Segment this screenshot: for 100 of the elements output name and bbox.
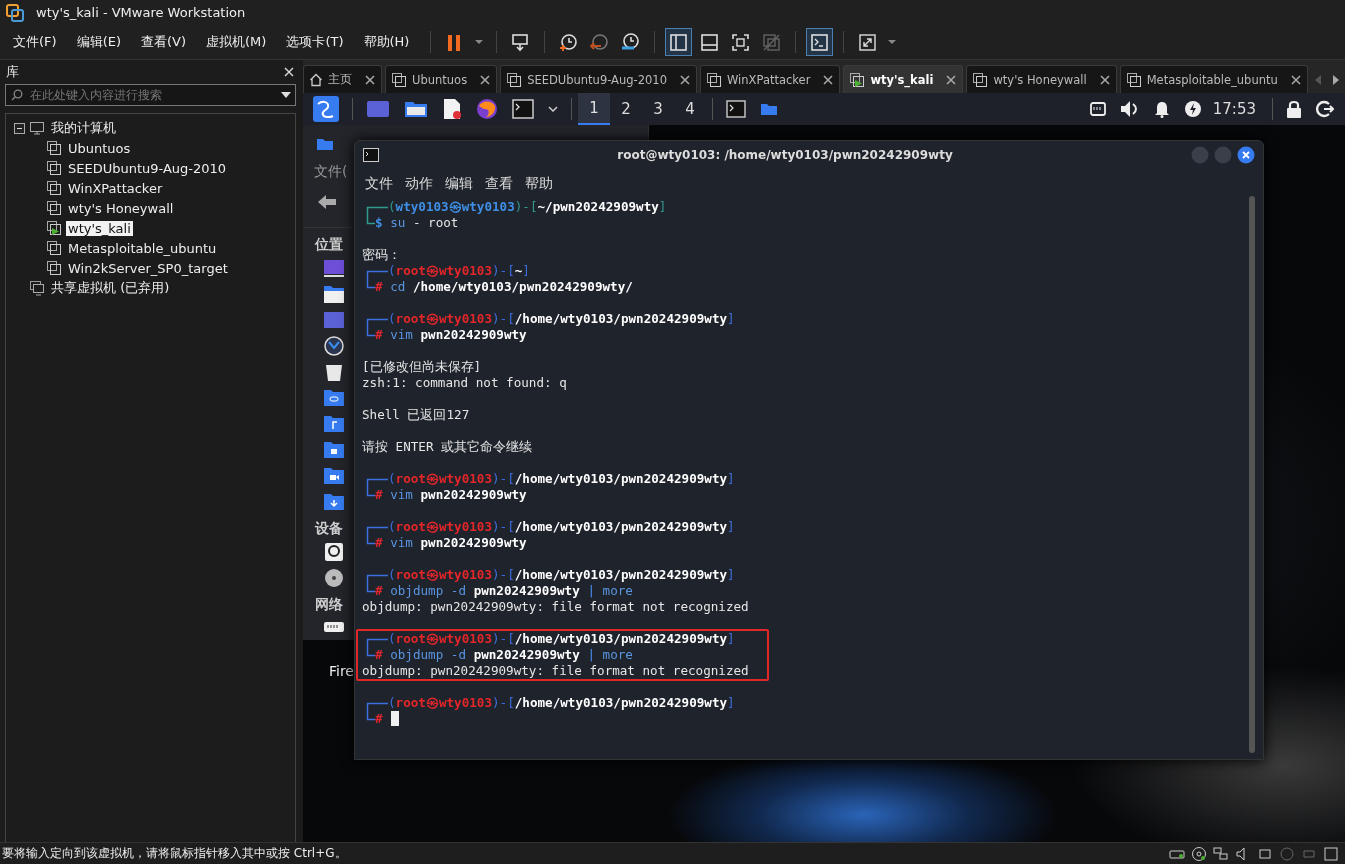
menu-item[interactable]: 查看: [481, 172, 517, 196]
close-icon[interactable]: [680, 74, 690, 85]
output-line: objdump: pwn20242909wty: file format not recognized: [362, 663, 749, 679]
tree-item[interactable]: 我的计算机: [49, 119, 118, 137]
search-field[interactable]: 在此处键入内容进行搜索: [5, 84, 296, 106]
lock-icon[interactable]: [1286, 100, 1302, 118]
clock: 17:53: [1211, 100, 1257, 118]
drive-icon[interactable]: [323, 542, 345, 562]
terminal-icon[interactable]: [512, 99, 534, 119]
menu-item[interactable]: 文件(F): [6, 29, 64, 55]
dragon-logo-icon[interactable]: [313, 96, 339, 122]
tree-item[interactable]: wty's_kali: [66, 220, 133, 236]
fullscreen-icon: [730, 31, 752, 53]
desktop-icon[interactable]: [323, 258, 345, 278]
close-icon[interactable]: [480, 74, 491, 85]
menu-item[interactable]: 动作: [401, 172, 437, 196]
power-plug-icon[interactable]: [1183, 100, 1202, 118]
vm-tab[interactable]: wty's Honeywall: [966, 65, 1117, 93]
clock-icon[interactable]: [323, 336, 345, 356]
menu-item[interactable]: 编辑(E): [69, 29, 128, 55]
disc-icon[interactable]: [323, 568, 345, 588]
close-icon[interactable]: [823, 74, 834, 85]
tree-item[interactable]: wty's Honeywall: [66, 200, 176, 216]
command-line: # objdump -d pwn20242909wty | more: [375, 647, 633, 663]
prompt-line: (root㉿wty0103)-[/home/wty0103/pwn20242909wty]: [388, 631, 735, 647]
videos-folder-icon[interactable]: [323, 466, 345, 486]
home-folder-icon[interactable]: [323, 284, 345, 304]
collapse-icon[interactable]: [14, 122, 25, 134]
terminal-icon[interactable]: [726, 100, 746, 118]
command-line: #: [375, 711, 383, 727]
vm-tab[interactable]: Metasploitable_ubuntu: [1119, 65, 1308, 93]
menu-item[interactable]: 帮助: [521, 172, 557, 196]
tree-item[interactable]: Metasploitable_ubuntu: [66, 240, 219, 256]
vm-tab[interactable]: SEEDUbuntu9-Aug-2010: [500, 65, 697, 93]
tree-item[interactable]: Ubuntuos: [66, 140, 133, 156]
stretch-icon: [857, 31, 879, 53]
disc-icon[interactable]: [1191, 845, 1207, 862]
bell-icon[interactable]: [1153, 100, 1170, 118]
menu-item[interactable]: 帮助(H): [356, 29, 417, 55]
scroll-right-icon[interactable]: [1332, 75, 1339, 85]
menu-item[interactable]: 文件(: [314, 163, 348, 185]
volume-icon[interactable]: [1119, 100, 1140, 118]
scrollbar[interactable]: [1249, 196, 1255, 753]
trash-icon[interactable]: [323, 362, 345, 382]
caret-icon[interactable]: [281, 92, 291, 98]
network-icon[interactable]: [1089, 102, 1106, 116]
search-icon: [11, 89, 23, 101]
command-line: # vim pwn20242909wty: [375, 487, 527, 503]
documents-icon[interactable]: [323, 310, 345, 330]
downloads-folder-icon[interactable]: [323, 492, 345, 512]
vm-tab[interactable]: wty's_kali: [843, 65, 964, 93]
command-line: # vim pwn20242909wty: [375, 327, 527, 343]
caret-icon[interactable]: [548, 106, 558, 112]
back-arrow-icon[interactable]: [317, 194, 337, 210]
shared-computers-icon: [29, 280, 45, 296]
console-icon: [809, 31, 831, 53]
prompt-line: (root㉿wty0103)-[/home/wty0103/pwn20242909wty]: [388, 567, 735, 583]
menu-item[interactable]: 文件: [361, 172, 397, 196]
desktop-icon-label[interactable]: Fire: [329, 663, 354, 679]
vm-tab[interactable]: 主页: [303, 65, 382, 93]
message-icon[interactable]: [1323, 845, 1339, 862]
close-icon[interactable]: [1099, 74, 1110, 85]
menu-item[interactable]: 选项卡(T): [279, 29, 351, 55]
close-icon[interactable]: [365, 74, 375, 85]
music-folder-icon[interactable]: [323, 414, 345, 434]
folder-icon[interactable]: [404, 99, 428, 119]
vm-tab[interactable]: WinXPattacker: [700, 65, 841, 93]
tree-item[interactable]: WinXPattacker: [66, 180, 165, 196]
menu-item[interactable]: 虚拟机(M): [199, 29, 274, 55]
close-icon[interactable]: [1290, 74, 1301, 85]
logout-icon[interactable]: [1316, 100, 1334, 118]
firefox-icon[interactable]: [476, 98, 498, 120]
caret-icon: [475, 39, 484, 45]
close-icon[interactable]: [1237, 146, 1255, 164]
output-line: zsh:1: command not found: q: [362, 375, 568, 391]
bottom-bar-layout-icon: [699, 31, 721, 53]
computer-icon: [29, 120, 45, 136]
menu-item[interactable]: 查看(V): [134, 29, 194, 55]
toolbar-button[interactable]: [806, 28, 834, 56]
sidebar-section-title: 网络: [315, 596, 343, 614]
text-editor-icon[interactable]: [442, 98, 462, 120]
command-line: # objdump -d pwn20242909wty | more: [375, 583, 633, 599]
tree-item[interactable]: SEEDUbuntu9-Aug-2010: [66, 160, 229, 176]
link-folder-icon[interactable]: [323, 388, 345, 408]
workspace-button[interactable]: 1: [578, 93, 610, 125]
toolbar-button[interactable]: [665, 28, 693, 56]
prompt-line: (root㉿wty0103)-[/home/wty0103/pwn20242909wty]: [388, 695, 735, 711]
output-line: objdump: pwn20242909wty: file format not recognized: [362, 599, 750, 615]
sidebar-section-title: 位置: [315, 236, 343, 254]
workspace-button[interactable]: 2: [610, 93, 642, 125]
vm-tab[interactable]: Ubuntuos: [385, 65, 498, 93]
prompt-line: (root㉿wty0103)-[/home/wty0103/pwn20242909wty]: [388, 311, 735, 327]
pictures-folder-icon[interactable]: [323, 440, 345, 460]
workspace-button[interactable]: 4: [674, 93, 706, 125]
menu-item[interactable]: 编辑: [441, 172, 477, 196]
output-line: 密码：: [362, 247, 402, 263]
tree-item[interactable]: Win2kServer_SP0_target: [66, 260, 230, 276]
workspace-button[interactable]: 3: [642, 93, 674, 125]
network-icon[interactable]: [1213, 845, 1229, 862]
tree-item[interactable]: 共享虚拟机 (已弃用): [49, 279, 172, 297]
